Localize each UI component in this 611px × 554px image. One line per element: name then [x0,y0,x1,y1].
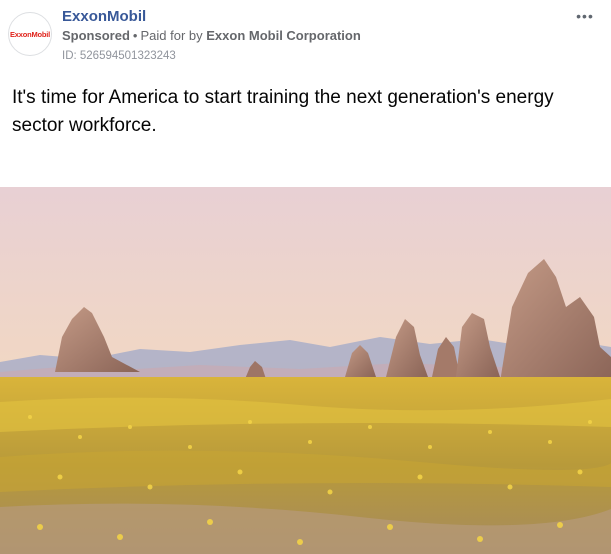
sponsored-label: Sponsored [62,28,130,43]
paid-for-prefix: Paid for by [140,28,203,43]
ad-body-text: It's time for America to start training … [12,87,554,136]
more-options-button[interactable]: ••• [573,6,597,26]
exxonmobil-logo-icon: ExxonMobil [9,29,51,39]
ad-image[interactable] [0,187,611,554]
ad-header: ExxonMobil ExxonMobil Sponsored • Paid for… [0,0,611,76]
sponsored-line: Sponsored • Paid for by Exxon Mobil Corpor… [62,28,361,43]
separator-dot: • [132,28,138,43]
ad-id: ID: 526594501323243 [62,50,176,62]
desert-landscape-photo [0,187,611,554]
page-name-link[interactable]: ExxonMobil [62,8,146,25]
payer-name[interactable]: Exxon Mobil Corporation [206,28,361,43]
ellipsis-icon: ••• [576,8,594,24]
page-avatar[interactable]: ExxonMobil [8,12,52,56]
